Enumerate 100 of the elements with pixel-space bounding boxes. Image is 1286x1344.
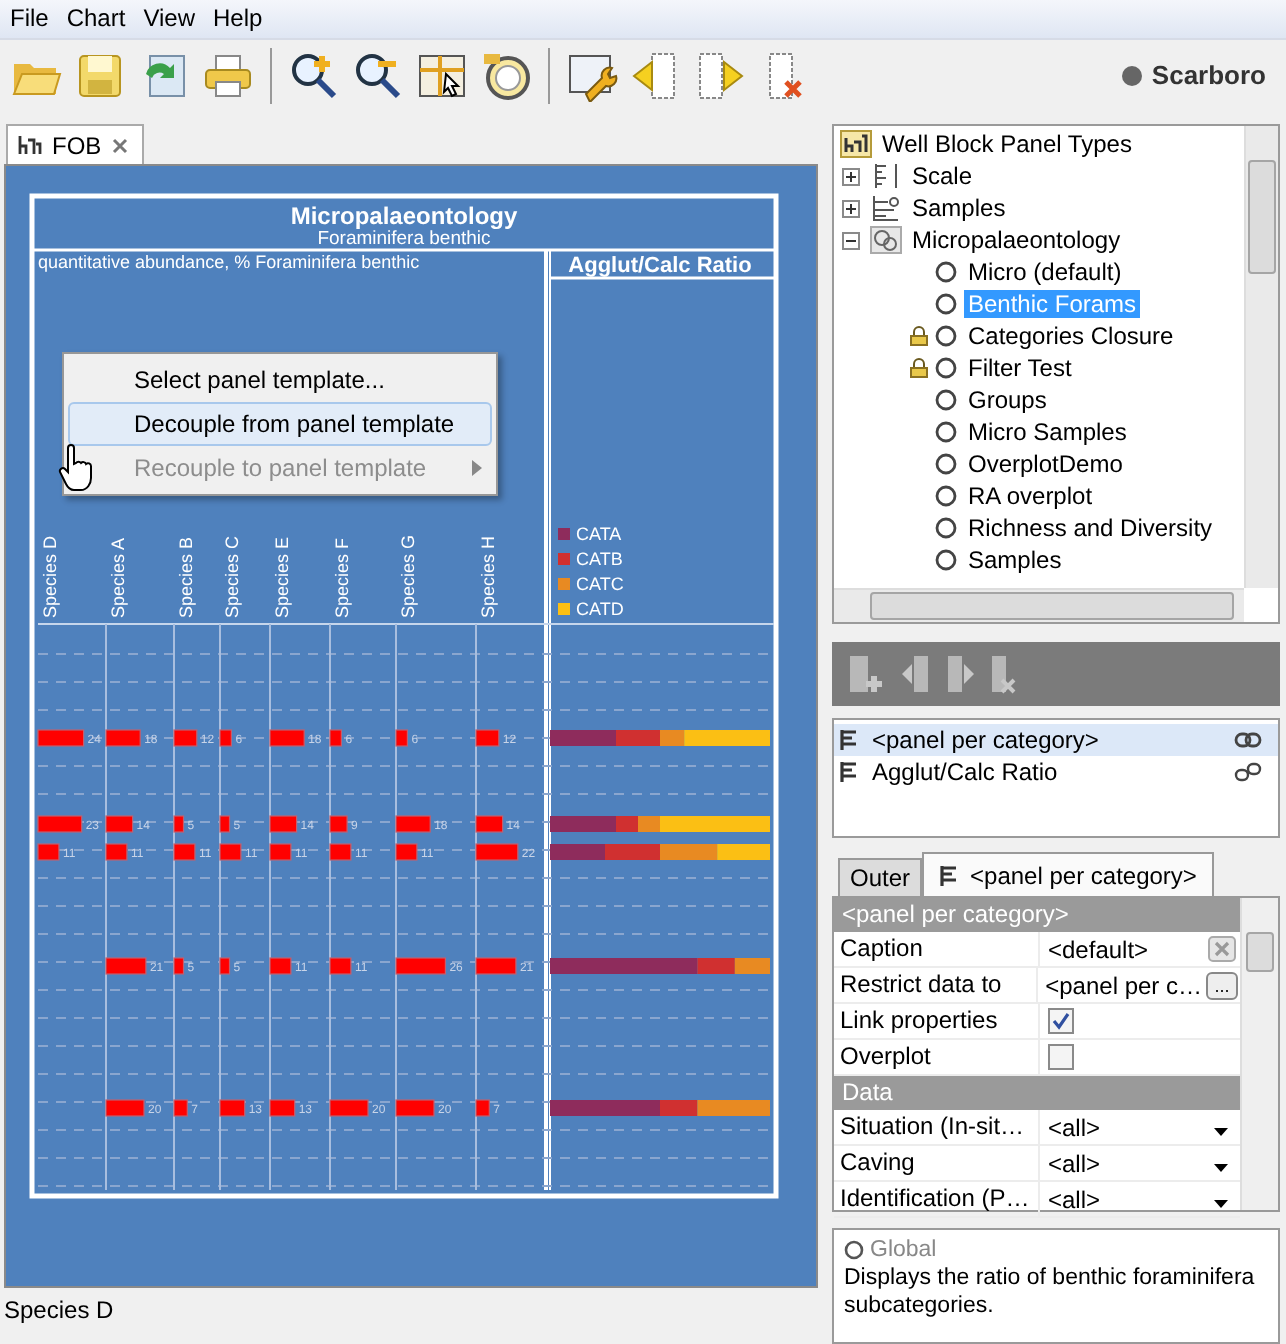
bar xyxy=(395,843,418,861)
move-right-icon[interactable] xyxy=(944,652,976,696)
property-name: Overplot xyxy=(834,1040,1040,1074)
bar xyxy=(219,729,232,747)
remove-column-icon[interactable] xyxy=(988,652,1016,696)
vertical-scrollbar[interactable] xyxy=(1240,898,1278,1210)
bars-icon xyxy=(940,865,961,885)
bar xyxy=(37,843,60,861)
bars-icon xyxy=(840,762,860,782)
zoom-out-icon[interactable] xyxy=(352,49,404,102)
tab[interactable]: Outer xyxy=(838,858,923,896)
property-value[interactable]: <all> xyxy=(1048,1185,1210,1213)
circle-icon xyxy=(934,548,958,572)
tree-item[interactable]: Groups xyxy=(964,386,1051,414)
tree-item[interactable]: Samples xyxy=(908,194,1010,222)
scale-icon xyxy=(870,162,902,190)
arrow-right-icon[interactable] xyxy=(694,49,746,102)
vertical-scrollbar[interactable] xyxy=(1244,126,1278,588)
property-name: Restrict data to xyxy=(834,968,1038,1002)
horizontal-scrollbar[interactable] xyxy=(834,588,1244,622)
property-value[interactable]: <all> xyxy=(1048,1113,1210,1141)
tree-item[interactable]: Filter Test xyxy=(964,354,1076,382)
property-name: Caving xyxy=(834,1146,1040,1180)
panel-list-item[interactable]: <panel per category> xyxy=(834,724,1278,756)
column-label: Species B xyxy=(176,536,196,618)
property-name: Situation (In-sit… xyxy=(834,1110,1040,1144)
menu-item[interactable]: View xyxy=(133,4,203,33)
column-label: Species F xyxy=(332,537,352,618)
browse-button[interactable]: ... xyxy=(1206,971,1238,999)
bar xyxy=(269,729,305,747)
hand-cursor-icon xyxy=(56,444,96,492)
expand-toggle-icon[interactable] xyxy=(842,167,860,185)
menu-item[interactable]: Select panel template... xyxy=(68,358,492,402)
circle-icon xyxy=(934,324,958,348)
bar xyxy=(329,729,342,747)
menu-item[interactable]: File xyxy=(0,4,57,33)
bar xyxy=(269,1099,296,1117)
tree-item[interactable]: Well Block Panel Types xyxy=(878,130,1136,158)
circle-icon xyxy=(934,388,958,412)
menu-item[interactable]: Chart xyxy=(56,4,134,33)
tree-item[interactable]: OverplotDemo xyxy=(964,450,1127,478)
zoom-in-icon[interactable] xyxy=(288,49,340,102)
menu-item[interactable]: Help xyxy=(202,4,271,33)
bar xyxy=(475,815,504,833)
tree-item[interactable]: Richness and Diversity xyxy=(964,514,1217,542)
dial-icon[interactable] xyxy=(480,49,532,102)
dropdown-arrow-icon[interactable] xyxy=(1214,1127,1228,1135)
tree-item[interactable]: Micro Samples xyxy=(964,418,1131,446)
property-value[interactable]: <default> xyxy=(1048,935,1204,963)
tree-item[interactable]: RA overplot xyxy=(964,482,1097,510)
link-icon[interactable] xyxy=(1234,730,1262,750)
microfossil-icon xyxy=(870,226,902,254)
bar xyxy=(37,815,83,833)
tab[interactable]: <panel per category> xyxy=(922,852,1215,896)
property-value[interactable]: <all> xyxy=(1048,1149,1210,1177)
ruler-cursor-icon[interactable] xyxy=(416,49,468,102)
bar xyxy=(395,957,446,975)
bar xyxy=(329,843,352,861)
bar xyxy=(395,815,431,833)
bar xyxy=(475,843,519,861)
broken-link-icon[interactable] xyxy=(1234,762,1262,782)
panel-list-item[interactable]: Agglut/Calc Ratio xyxy=(834,756,1278,788)
circle-icon xyxy=(844,1239,864,1259)
move-left-icon[interactable] xyxy=(900,652,932,696)
tree-item[interactable]: Micropalaeontology xyxy=(908,226,1125,254)
bar xyxy=(219,957,231,975)
wrench-icon[interactable] xyxy=(566,49,618,102)
tree-item[interactable]: Categories Closure xyxy=(964,322,1178,350)
description-text: Displays the ratio of benthic foraminifera subcategories. xyxy=(844,1264,1257,1320)
close-icon[interactable] xyxy=(111,137,128,153)
status-dot-icon xyxy=(1121,65,1142,86)
checkbox[interactable] xyxy=(1048,1008,1074,1034)
bar xyxy=(37,729,85,747)
scope-label: Global xyxy=(870,1237,937,1261)
legend-label: CATA xyxy=(576,524,622,544)
property-value[interactable]: <panel per c… xyxy=(1045,971,1202,999)
checkbox[interactable] xyxy=(1048,1044,1074,1070)
printer-icon[interactable] xyxy=(202,49,254,102)
clear-icon[interactable] xyxy=(1208,936,1236,962)
menu-item[interactable]: Decouple from panel template xyxy=(68,402,492,446)
add-column-icon[interactable] xyxy=(844,652,888,696)
bar xyxy=(173,729,198,747)
circle-icon xyxy=(934,292,958,316)
document-tab[interactable]: FOB xyxy=(6,124,144,164)
tree-item[interactable]: Micro (default) xyxy=(964,258,1126,286)
tree-item[interactable]: Scale xyxy=(908,162,977,190)
dropdown-arrow-icon[interactable] xyxy=(1214,1163,1228,1171)
tree-item[interactable]: Samples xyxy=(964,546,1066,574)
bar xyxy=(105,957,147,975)
column-label: Species H xyxy=(478,535,498,618)
property-name: Link properties xyxy=(834,1004,1040,1038)
bar xyxy=(395,1099,435,1117)
dropdown-arrow-icon[interactable] xyxy=(1214,1199,1228,1207)
collapse-toggle-icon[interactable] xyxy=(842,231,860,249)
column-label: Species D xyxy=(40,535,60,618)
bar xyxy=(219,1099,246,1117)
section-header: <panel per category> xyxy=(834,898,1240,932)
circle-icon xyxy=(934,420,958,444)
expand-toggle-icon[interactable] xyxy=(842,199,860,217)
legend-label: CATD xyxy=(576,599,624,619)
